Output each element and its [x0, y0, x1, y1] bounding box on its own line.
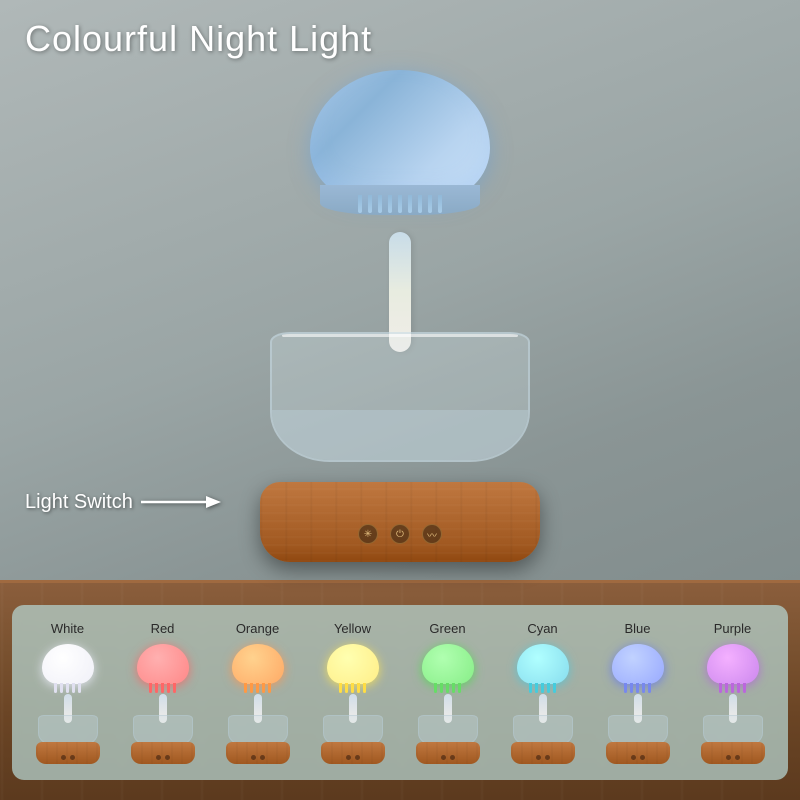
mini-cap-purple	[707, 644, 759, 684]
mini-humi-green	[412, 644, 484, 764]
drip-5	[398, 195, 402, 213]
mini-drips-white	[54, 683, 81, 693]
color-label-cyan: Cyan	[527, 621, 557, 636]
mist-btn[interactable]: 〰	[422, 524, 442, 544]
color-item-red[interactable]: Red	[127, 621, 199, 764]
color-label-purple: Purple	[714, 621, 752, 636]
color-panel: White Red	[12, 605, 788, 780]
color-label-red: Red	[151, 621, 175, 636]
mini-drips-purple	[719, 683, 746, 693]
color-item-orange[interactable]: Orange	[222, 621, 294, 764]
color-label-yellow: Yellow	[334, 621, 371, 636]
power-btn[interactable]: ⏻	[390, 524, 410, 544]
mini-drips-green	[434, 683, 461, 693]
mini-drips-cyan	[529, 683, 556, 693]
mini-cap-yellow	[327, 644, 379, 684]
mini-cap-orange	[232, 644, 284, 684]
color-item-white[interactable]: White	[32, 621, 104, 764]
light-btn[interactable]: ✳	[358, 524, 378, 544]
color-label-orange: Orange	[236, 621, 279, 636]
light-switch-label: Light Switch	[25, 490, 221, 514]
mini-humi-white	[32, 644, 104, 764]
mini-drips-red	[149, 683, 176, 693]
glass-outer	[270, 332, 530, 462]
cap-shape	[310, 70, 490, 200]
mini-cap-blue	[612, 644, 664, 684]
mini-drips-orange	[244, 683, 271, 693]
drip-1	[358, 195, 362, 213]
drip-6	[408, 195, 412, 213]
color-label-green: Green	[429, 621, 465, 636]
drip-4	[388, 195, 392, 213]
color-label-white: White	[51, 621, 84, 636]
mini-humi-purple	[697, 644, 769, 764]
water-level	[272, 410, 528, 460]
drip-9	[438, 195, 442, 213]
controls: ✳ ⏻ 〰	[358, 524, 442, 544]
main-container: Colourful Night Light	[0, 0, 800, 800]
mini-drips-yellow	[339, 683, 366, 693]
light-switch-text: Light Switch	[25, 491, 133, 514]
drip-8	[428, 195, 432, 213]
color-item-blue[interactable]: Blue	[602, 621, 674, 764]
mini-humi-red	[127, 644, 199, 764]
color-label-blue: Blue	[624, 621, 650, 636]
glass-bowl	[270, 332, 530, 492]
mini-humi-orange	[222, 644, 294, 764]
mini-cap-green	[422, 644, 474, 684]
drip-3	[378, 195, 382, 213]
mini-cap-cyan	[517, 644, 569, 684]
drip-2	[368, 195, 372, 213]
mini-humi-cyan	[507, 644, 579, 764]
page-title: Colourful Night Light	[25, 18, 372, 60]
color-item-cyan[interactable]: Cyan	[507, 621, 579, 764]
drips	[310, 195, 490, 213]
mini-cap-white	[42, 644, 94, 684]
color-item-purple[interactable]: Purple	[697, 621, 769, 764]
main-humidifier: ✳ ⏻ 〰	[250, 70, 550, 562]
mini-humi-yellow	[317, 644, 389, 764]
wood-base: ✳ ⏻ 〰	[260, 482, 540, 562]
mushroom-cap	[310, 70, 490, 230]
drip-7	[418, 195, 422, 213]
color-item-yellow[interactable]: Yellow	[317, 621, 389, 764]
mini-humi-blue	[602, 644, 674, 764]
mini-drips-blue	[624, 683, 651, 693]
mini-cap-red	[137, 644, 189, 684]
wood-grain	[260, 482, 540, 562]
arrow-icon	[141, 490, 221, 514]
color-item-green[interactable]: Green	[412, 621, 484, 764]
